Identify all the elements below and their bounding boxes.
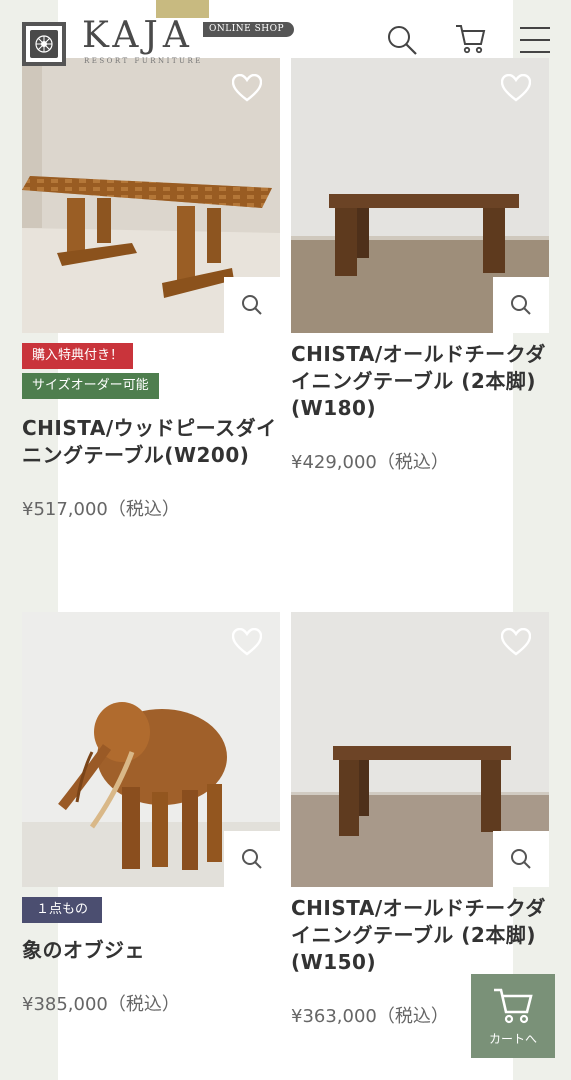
- product-price: ¥429,000（税込）: [291, 452, 449, 473]
- floating-cart-button[interactable]: カートへ: [471, 974, 555, 1058]
- product-card[interactable]: CHISTA/オールドチークダイニングテーブル (2本脚) (W150) ¥36…: [291, 612, 549, 1028]
- product-name[interactable]: CHISTA/オールドチークダイニングテーブル (2本脚) (W150): [291, 895, 549, 976]
- product-image[interactable]: [22, 612, 280, 887]
- magnifier-icon: [242, 295, 262, 315]
- cart-button-label: カートへ: [488, 1031, 537, 1046]
- menu-icon: [520, 27, 550, 53]
- zoom-button[interactable]: [224, 831, 280, 887]
- tag-size-order: サイズオーダー可能: [22, 373, 159, 399]
- magnifier-icon: [511, 849, 531, 869]
- brand-tagline: RESORT FURNITURE: [84, 57, 203, 65]
- cart-icon: [456, 25, 486, 54]
- product-image[interactable]: [22, 58, 280, 333]
- heart-icon[interactable]: [232, 628, 262, 656]
- product-card[interactable]: １点もの 象のオブジェ ¥385,000（税込）: [22, 612, 280, 1016]
- tag-one-of-a-kind: １点もの: [22, 897, 103, 923]
- logo-emblem[interactable]: [22, 22, 66, 66]
- product-price: ¥517,000（税込）: [22, 499, 180, 520]
- tag-bonus: 購入特典付き！: [22, 343, 134, 369]
- product-card[interactable]: 購入特典付き！ サイズオーダー可能 CHISTA/ウッドピースダイニングテーブル…: [22, 58, 280, 521]
- online-shop-badge: ONLINE SHOP: [203, 22, 295, 37]
- menu-button[interactable]: [517, 22, 553, 58]
- heart-icon[interactable]: [501, 628, 531, 656]
- cart-button[interactable]: [452, 22, 488, 58]
- cart-icon: [494, 988, 533, 1023]
- product-name[interactable]: CHISTA/オールドチークダイニングテーブル (2本脚) (W180): [291, 341, 549, 422]
- brand-logo[interactable]: KAJA: [82, 16, 194, 56]
- product-image[interactable]: [291, 58, 549, 333]
- product-price: ¥385,000（税込）: [22, 994, 180, 1015]
- zoom-button[interactable]: [493, 277, 549, 333]
- magnifier-icon: [242, 849, 262, 869]
- product-name[interactable]: 象のオブジェ: [22, 937, 280, 964]
- product-image[interactable]: [291, 612, 549, 887]
- product-tags: １点もの: [22, 897, 280, 927]
- search-button[interactable]: [384, 22, 420, 58]
- magnifier-icon: [511, 295, 531, 315]
- product-name[interactable]: CHISTA/ウッドピースダイニングテーブル(W200): [22, 415, 280, 469]
- heart-icon[interactable]: [501, 74, 531, 102]
- product-card[interactable]: CHISTA/オールドチークダイニングテーブル (2本脚) (W180) ¥42…: [291, 58, 549, 474]
- heart-icon[interactable]: [232, 74, 262, 102]
- zoom-button[interactable]: [224, 277, 280, 333]
- product-tags: 購入特典付き！ サイズオーダー可能: [22, 343, 280, 403]
- zoom-button[interactable]: [493, 831, 549, 887]
- site-header: KAJA RESORT FURNITURE ONLINE SHOP: [0, 0, 571, 70]
- search-icon: [388, 26, 417, 55]
